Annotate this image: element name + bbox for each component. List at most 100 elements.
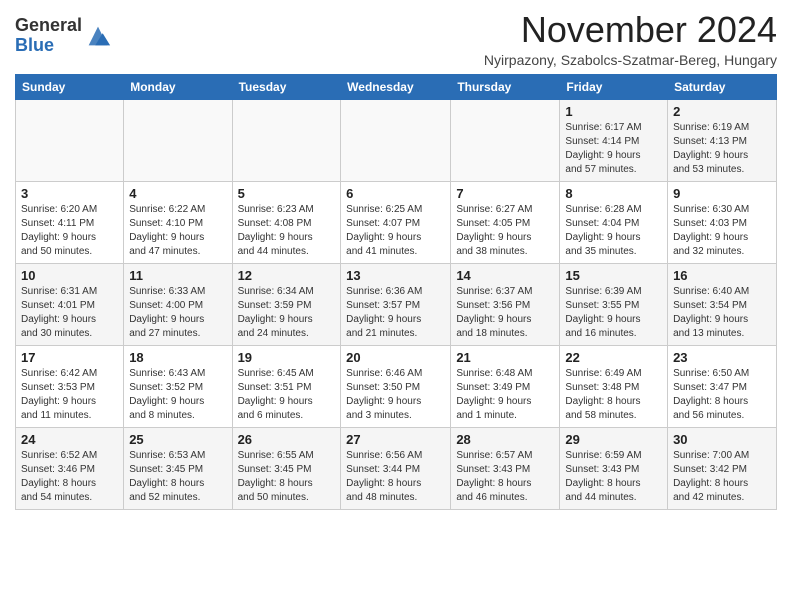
day-info: Sunrise: 6:20 AM Sunset: 4:11 PM Dayligh… <box>21 203 118 259</box>
calendar-week-row: 17 Sunrise: 6:42 AM Sunset: 3:53 PM Dayli… <box>16 345 777 427</box>
calendar-cell: 30Sunrise: 7:00 AM Sunset: 3:42 PM Dayli… <box>668 427 777 509</box>
calendar-cell <box>341 99 451 181</box>
day-info: Sunrise: 6:31 AM Sunset: 4:01 PM Dayligh… <box>21 285 118 341</box>
calendar-cell: 20Sunrise: 6:46 AM Sunset: 3:50 PM Dayli… <box>341 345 451 427</box>
day-number: 9 <box>673 186 771 201</box>
day-of-week-header: Thursday <box>451 74 560 99</box>
calendar-cell <box>451 99 560 181</box>
day-info: Sunrise: 6:43 AM Sunset: 3:52 PM Dayligh… <box>129 367 226 423</box>
day-number: 6 <box>346 186 445 201</box>
day-number: 19 <box>238 350 336 365</box>
day-info: Sunrise: 6:55 AM Sunset: 3:45 PM Dayligh… <box>238 449 336 505</box>
location-title: Nyirpazony, Szabolcs-Szatmar-Bereg, Hung… <box>484 52 777 68</box>
header: General Blue November 2024 Nyirpazony, S… <box>15 10 777 68</box>
calendar-cell: 19 Sunrise: 6:45 AM Sunset: 3:51 PM Dayli… <box>232 345 341 427</box>
calendar-cell: 12 Sunrise: 6:34 AM Sunset: 3:59 PM Dayli… <box>232 263 341 345</box>
calendar-cell: 3 Sunrise: 6:20 AM Sunset: 4:11 PM Daylig… <box>16 181 124 263</box>
day-number: 17 <box>21 350 118 365</box>
calendar-cell: 26 Sunrise: 6:55 AM Sunset: 3:45 PM Dayli… <box>232 427 341 509</box>
day-number: 7 <box>456 186 554 201</box>
calendar-cell: 2Sunrise: 6:19 AM Sunset: 4:13 PM Daylig… <box>668 99 777 181</box>
month-title: November 2024 <box>484 10 777 50</box>
day-header-row: SundayMondayTuesdayWednesdayThursdayFrid… <box>16 74 777 99</box>
day-number: 5 <box>238 186 336 201</box>
day-info: Sunrise: 6:19 AM Sunset: 4:13 PM Dayligh… <box>673 121 771 177</box>
calendar-header: SundayMondayTuesdayWednesdayThursdayFrid… <box>16 74 777 99</box>
day-number: 14 <box>456 268 554 283</box>
day-number: 1 <box>565 104 662 119</box>
calendar-cell: 14Sunrise: 6:37 AM Sunset: 3:56 PM Dayli… <box>451 263 560 345</box>
calendar-cell <box>16 99 124 181</box>
logo-general: General <box>15 15 82 35</box>
day-number: 11 <box>129 268 226 283</box>
calendar-cell: 16 Sunrise: 6:40 AM Sunset: 3:54 PM Dayli… <box>668 263 777 345</box>
day-info: Sunrise: 6:42 AM Sunset: 3:53 PM Dayligh… <box>21 367 118 423</box>
calendar-cell: 23 Sunrise: 6:50 AM Sunset: 3:47 PM Dayli… <box>668 345 777 427</box>
calendar-container: General Blue November 2024 Nyirpazony, S… <box>0 0 792 520</box>
calendar-cell: 25Sunrise: 6:53 AM Sunset: 3:45 PM Dayli… <box>124 427 232 509</box>
day-number: 13 <box>346 268 445 283</box>
day-info: Sunrise: 6:30 AM Sunset: 4:03 PM Dayligh… <box>673 203 771 259</box>
day-info: Sunrise: 6:27 AM Sunset: 4:05 PM Dayligh… <box>456 203 554 259</box>
calendar-table: SundayMondayTuesdayWednesdayThursdayFrid… <box>15 74 777 510</box>
calendar-cell: 29Sunrise: 6:59 AM Sunset: 3:43 PM Dayli… <box>560 427 668 509</box>
day-number: 16 <box>673 268 771 283</box>
day-info: Sunrise: 6:22 AM Sunset: 4:10 PM Dayligh… <box>129 203 226 259</box>
day-info: Sunrise: 6:57 AM Sunset: 3:43 PM Dayligh… <box>456 449 554 505</box>
day-number: 24 <box>21 432 118 447</box>
day-of-week-header: Saturday <box>668 74 777 99</box>
calendar-cell: 4 Sunrise: 6:22 AM Sunset: 4:10 PM Daylig… <box>124 181 232 263</box>
day-of-week-header: Friday <box>560 74 668 99</box>
day-number: 4 <box>129 186 226 201</box>
calendar-cell: 7 Sunrise: 6:27 AM Sunset: 4:05 PM Daylig… <box>451 181 560 263</box>
day-of-week-header: Sunday <box>16 74 124 99</box>
calendar-cell: 17 Sunrise: 6:42 AM Sunset: 3:53 PM Dayli… <box>16 345 124 427</box>
calendar-cell: 22 Sunrise: 6:49 AM Sunset: 3:48 PM Dayli… <box>560 345 668 427</box>
title-block: November 2024 Nyirpazony, Szabolcs-Szatm… <box>484 10 777 68</box>
day-number: 26 <box>238 432 336 447</box>
calendar-cell: 11Sunrise: 6:33 AM Sunset: 4:00 PM Dayli… <box>124 263 232 345</box>
day-info: Sunrise: 6:39 AM Sunset: 3:55 PM Dayligh… <box>565 285 662 341</box>
day-number: 29 <box>565 432 662 447</box>
day-number: 8 <box>565 186 662 201</box>
day-info: Sunrise: 6:17 AM Sunset: 4:14 PM Dayligh… <box>565 121 662 177</box>
day-info: Sunrise: 6:45 AM Sunset: 3:51 PM Dayligh… <box>238 367 336 423</box>
day-number: 12 <box>238 268 336 283</box>
day-info: Sunrise: 6:40 AM Sunset: 3:54 PM Dayligh… <box>673 285 771 341</box>
calendar-cell: 27 Sunrise: 6:56 AM Sunset: 3:44 PM Dayli… <box>341 427 451 509</box>
calendar-cell: 9 Sunrise: 6:30 AM Sunset: 4:03 PM Daylig… <box>668 181 777 263</box>
day-number: 27 <box>346 432 445 447</box>
calendar-week-row: 1 Sunrise: 6:17 AM Sunset: 4:14 PM Daylig… <box>16 99 777 181</box>
logo-icon <box>84 22 112 50</box>
logo-blue: Blue <box>15 35 54 55</box>
calendar-cell <box>232 99 341 181</box>
day-info: Sunrise: 6:48 AM Sunset: 3:49 PM Dayligh… <box>456 367 554 423</box>
calendar-cell: 6 Sunrise: 6:25 AM Sunset: 4:07 PM Daylig… <box>341 181 451 263</box>
calendar-cell <box>124 99 232 181</box>
calendar-cell: 21Sunrise: 6:48 AM Sunset: 3:49 PM Dayli… <box>451 345 560 427</box>
day-of-week-header: Wednesday <box>341 74 451 99</box>
day-info: Sunrise: 6:49 AM Sunset: 3:48 PM Dayligh… <box>565 367 662 423</box>
day-info: Sunrise: 6:34 AM Sunset: 3:59 PM Dayligh… <box>238 285 336 341</box>
calendar-week-row: 3 Sunrise: 6:20 AM Sunset: 4:11 PM Daylig… <box>16 181 777 263</box>
day-info: Sunrise: 6:28 AM Sunset: 4:04 PM Dayligh… <box>565 203 662 259</box>
calendar-cell: 28 Sunrise: 6:57 AM Sunset: 3:43 PM Dayli… <box>451 427 560 509</box>
day-info: Sunrise: 6:25 AM Sunset: 4:07 PM Dayligh… <box>346 203 445 259</box>
calendar-cell: 1 Sunrise: 6:17 AM Sunset: 4:14 PM Daylig… <box>560 99 668 181</box>
day-info: Sunrise: 6:46 AM Sunset: 3:50 PM Dayligh… <box>346 367 445 423</box>
day-number: 23 <box>673 350 771 365</box>
day-of-week-header: Monday <box>124 74 232 99</box>
calendar-cell: 8 Sunrise: 6:28 AM Sunset: 4:04 PM Daylig… <box>560 181 668 263</box>
day-info: Sunrise: 6:50 AM Sunset: 3:47 PM Dayligh… <box>673 367 771 423</box>
day-info: Sunrise: 6:36 AM Sunset: 3:57 PM Dayligh… <box>346 285 445 341</box>
day-info: Sunrise: 7:00 AM Sunset: 3:42 PM Dayligh… <box>673 449 771 505</box>
day-info: Sunrise: 6:52 AM Sunset: 3:46 PM Dayligh… <box>21 449 118 505</box>
day-info: Sunrise: 6:56 AM Sunset: 3:44 PM Dayligh… <box>346 449 445 505</box>
day-number: 28 <box>456 432 554 447</box>
day-number: 22 <box>565 350 662 365</box>
logo: General Blue <box>15 16 112 56</box>
calendar-week-row: 10 Sunrise: 6:31 AM Sunset: 4:01 PM Dayli… <box>16 263 777 345</box>
day-number: 25 <box>129 432 226 447</box>
day-number: 3 <box>21 186 118 201</box>
day-number: 10 <box>21 268 118 283</box>
